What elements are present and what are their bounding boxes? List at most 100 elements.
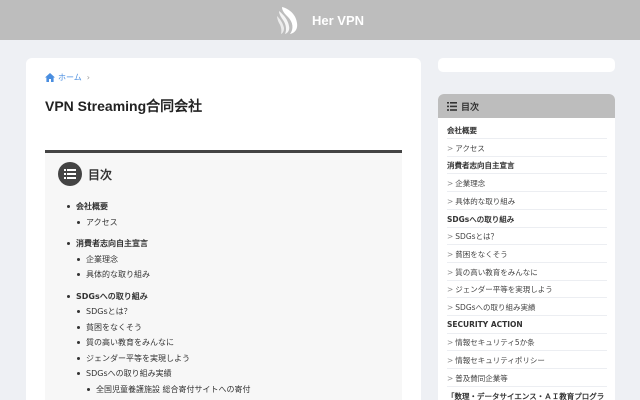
list-icon (58, 162, 82, 186)
sidebar-widget-top (438, 58, 615, 72)
sidebar-toc-item-label: アクセス (455, 143, 485, 153)
sidebar-toc-item[interactable]: > 情報セキュリティ5か条 (447, 337, 535, 348)
toc-item-label: 企業理念 (86, 254, 118, 264)
sidebar-toc-item-label: SDGsとは？ (455, 232, 499, 242)
sidebar-toc-item-label: 具体的な取り組み (455, 196, 516, 206)
toc-item[interactable]: 全国児童養護施設 総合寄付サイトへの寄付 (87, 384, 251, 395)
toc-title: 目次 (88, 167, 113, 182)
sidebar-toc-item[interactable]: SECURITY ACTION (447, 320, 523, 329)
divider (447, 385, 607, 387)
chevron-right-icon: > (447, 356, 454, 366)
bullet-icon (77, 341, 80, 344)
bullet-icon (77, 356, 80, 360)
sidebar-toc-item[interactable]: 「数理・データサイエンス・ＡＩ教育プログラ (447, 391, 604, 400)
divider (447, 226, 607, 228)
divider (447, 191, 607, 193)
toc-item[interactable]: SDGsとは？ (77, 306, 132, 317)
breadcrumb-home-link[interactable]: ホーム (58, 72, 82, 83)
sidebar-toc-item[interactable]: > 普及賛同企業等 (447, 373, 508, 384)
sidebar-toc-item-label: SECURITY ACTION (447, 319, 523, 329)
toc-item-label: ジェンダー平等を実現しよう (86, 353, 190, 363)
divider (447, 332, 607, 334)
sidebar-toc-item[interactable]: > 企業理念 (447, 178, 485, 189)
bullet-icon (77, 325, 80, 329)
sidebar-toc-item[interactable]: > 貧困をなくそう (447, 249, 508, 260)
divider (447, 279, 607, 281)
toc-item[interactable]: ジェンダー平等を実現しよう (77, 353, 190, 364)
sidebar-toc-item-label: 情報セキュリティ5か条 (455, 338, 535, 348)
chevron-right-icon: > (447, 179, 454, 189)
sidebar-toc-header: 目次 (438, 94, 615, 118)
sidebar-toc-item[interactable]: > アクセス (447, 143, 485, 154)
toc-item-label: SDGsへの取り組み実績 (86, 369, 172, 378)
toc-item-label: 具体的な取り組み (86, 270, 150, 279)
toc-item[interactable]: アクセス (77, 217, 118, 228)
bullet-icon (87, 387, 90, 391)
bullet-icon (77, 310, 80, 313)
toc-item[interactable]: SDGsへの取り組み実績 (77, 368, 172, 379)
sidebar-toc-item[interactable]: > SDGsとは？ (447, 231, 498, 242)
sidebar-toc-item-label: ジェンダー平等を実現しよう (455, 285, 553, 295)
toc-item-label: 会社概要 (76, 202, 108, 211)
toc-item-label: 消費者志向自主宣言 (76, 239, 148, 248)
site-name: Her VPN (311, 12, 365, 28)
divider (447, 155, 607, 157)
divider (447, 244, 607, 246)
sidebar-toc-title: 目次 (461, 102, 480, 113)
sidebar-toc-item[interactable]: > 質の高い教育をみんなに (447, 267, 538, 278)
site-brand[interactable]: Her VPN (276, 5, 364, 35)
page-title: VPN Streaming合同会社 (45, 98, 203, 114)
article-card: ホーム › VPN Streaming合同会社 目次 会社概要アクセス消費者志向… (26, 58, 421, 400)
divider (447, 368, 607, 370)
bullet-icon (77, 257, 80, 261)
bullet-icon (67, 205, 70, 208)
sidebar-toc-item-label: 会社概要 (447, 126, 477, 135)
toc-item[interactable]: SDGsへの取り組み (67, 291, 148, 302)
toc-item-label: SDGsとは？ (86, 307, 132, 316)
sidebar-toc: 目次 会社概要 > アクセス 消費者志向自主宣言 > 企業理念 > 具体的な取り組み SDGsへ… (438, 94, 615, 400)
bullet-icon (67, 294, 70, 298)
breadcrumb: ホーム › (45, 72, 90, 83)
home-icon (45, 73, 55, 82)
bullet-icon (77, 273, 80, 276)
sidebar-toc-item[interactable]: > 情報セキュリティポリシー (447, 355, 545, 366)
sidebar-toc-item[interactable]: > ジェンダー平等を実現しよう (447, 284, 553, 295)
toc-item[interactable]: 企業理念 (77, 254, 118, 265)
toc-item-label: アクセス (86, 217, 118, 227)
toc-item[interactable]: 消費者志向自主宣言 (67, 238, 148, 249)
breadcrumb-separator: › (86, 73, 90, 82)
sidebar-toc-item-label: 企業理念 (455, 179, 486, 189)
chevron-right-icon: > (447, 373, 454, 383)
sidebar-toc-item-label: 「数理・データサイエンス・ＡＩ教育プログラ (447, 391, 605, 400)
chevron-right-icon: > (447, 232, 454, 242)
list-icon (447, 101, 457, 111)
sidebar-toc-item[interactable]: > SDGsへの取り組み実績 (447, 302, 536, 313)
feather-hair-logo-icon (276, 7, 298, 34)
bullet-icon (77, 220, 80, 224)
chevron-right-icon: > (447, 196, 454, 206)
toc-item[interactable]: 会社概要 (67, 201, 108, 212)
divider (447, 297, 607, 299)
toc-item[interactable]: 貧困をなくそう (77, 322, 142, 333)
sidebar-toc-item[interactable]: 会社概要 (447, 125, 477, 136)
sidebar-toc-item-label: 貧困をなくそう (455, 249, 508, 259)
toc-item-label: 貧困をなくそう (86, 322, 142, 332)
toc-item-label: 質の高い教育をみんなに (86, 338, 174, 347)
sidebar-toc-item[interactable]: > 具体的な取り組み (447, 196, 515, 207)
sidebar-toc-item[interactable]: 消費者志向自主宣言 (447, 160, 515, 171)
sidebar-toc-item-label: 消費者志向自主宣言 (447, 161, 515, 171)
table-of-contents: 目次 会社概要アクセス消費者志向自主宣言企業理念具体的な取り組み SDGsへの取り… (45, 150, 402, 400)
chevron-right-icon: > (447, 303, 454, 312)
sidebar-toc-item[interactable]: SDGsへの取り組み (447, 214, 514, 225)
divider (447, 350, 607, 352)
toc-item-label: SDGsへの取り組み (76, 291, 148, 301)
sidebar-toc-item-label: 情報セキュリティポリシー (455, 356, 545, 366)
divider (447, 315, 607, 316)
toc-item-label: 全国児童養護施設 総合寄付サイトへの寄付 (96, 384, 251, 394)
toc-item[interactable]: 質の高い教育をみんなに (77, 337, 174, 348)
divider (447, 261, 607, 263)
bullet-icon (67, 242, 70, 245)
divider (447, 208, 607, 210)
toc-item[interactable]: 具体的な取り組み (77, 269, 150, 280)
toc-header: 目次 (58, 162, 112, 186)
